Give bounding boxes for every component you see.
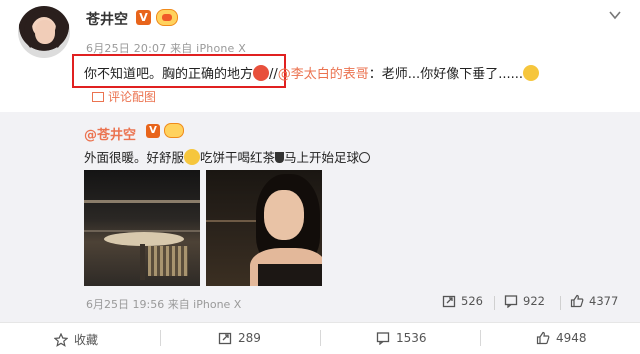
photo-balcony[interactable] <box>84 170 200 286</box>
tea-icon <box>275 152 285 163</box>
verified-badge-icon: V <box>136 10 151 25</box>
original-text-part2: 吃饼干喝红茶 <box>200 150 276 165</box>
original-like-button[interactable]: 4377 <box>570 294 618 308</box>
photo-face <box>264 190 304 240</box>
post-text: 你不知道吧。胸的正确的地方 //@李太白的表哥：老师...你好像下垂了...... <box>84 63 539 82</box>
photo-portrait[interactable] <box>206 170 322 286</box>
divider <box>320 330 321 346</box>
post-text-rest: ：老师...你好像下垂了...... <box>368 67 523 82</box>
thumbs-up-icon <box>536 331 550 345</box>
divider <box>160 330 161 346</box>
star-icon <box>54 332 68 347</box>
original-repost-count: 526 <box>461 294 483 308</box>
repost-icon <box>442 294 456 308</box>
divider <box>480 330 481 346</box>
original-comment-button[interactable]: 922 <box>504 294 545 308</box>
original-comment-count: 922 <box>523 294 545 308</box>
like-button[interactable]: 4948 <box>536 331 587 345</box>
laughing-emoji-icon <box>253 65 270 81</box>
repost-separator: // <box>269 67 278 82</box>
photo-rail <box>84 200 200 203</box>
comment-image-link[interactable]: 评论配图 <box>92 88 156 105</box>
image-icon <box>92 92 104 102</box>
repost-count: 289 <box>238 331 261 345</box>
favorite-button[interactable]: 收藏 <box>54 331 98 348</box>
photo-top <box>258 264 322 286</box>
original-repost-button[interactable]: 526 <box>442 294 483 308</box>
original-member-badge-icon <box>164 123 184 138</box>
photo-chair <box>148 246 188 276</box>
divider <box>494 296 495 310</box>
favorite-label: 收藏 <box>74 333 99 347</box>
repost-button[interactable]: 289 <box>218 331 261 345</box>
comment-image-label: 评论配图 <box>108 90 157 104</box>
divider <box>560 296 561 310</box>
chevron-down-icon[interactable] <box>608 8 622 22</box>
comment-button[interactable]: 1536 <box>376 331 427 345</box>
thumbs-up-icon <box>570 294 584 308</box>
original-text-part3: 马上开始足球 <box>284 150 360 165</box>
happy-emoji-icon <box>184 149 201 165</box>
original-verified-badge-icon: V <box>146 124 160 138</box>
like-count: 4948 <box>556 331 587 345</box>
soccer-ball-icon <box>359 152 371 163</box>
photo-rail <box>206 220 258 222</box>
avatar-face <box>35 20 55 44</box>
repost-icon <box>218 331 232 345</box>
mention-link[interactable]: @李太白的表哥 <box>278 67 369 82</box>
photo-table-leg <box>140 244 145 280</box>
doge-emoji-icon <box>523 65 539 81</box>
comment-icon <box>376 331 390 345</box>
post-text-highlight: 你不知道吧。胸的正确的地方 <box>84 67 254 82</box>
comment-count: 1536 <box>396 331 427 345</box>
avatar[interactable] <box>18 6 70 58</box>
comment-icon <box>504 294 518 308</box>
original-text: 外面很暖。好舒服 吃饼干喝红茶 马上开始足球 <box>84 147 371 166</box>
original-text-part1: 外面很暖。好舒服 <box>84 150 185 165</box>
original-like-count: 4377 <box>589 294 619 308</box>
member-badge-icon <box>156 9 178 26</box>
post-username[interactable]: 苍井空 <box>86 9 128 29</box>
original-meta: 6月25日 19:56 来自 iPhone X <box>86 298 242 311</box>
original-username[interactable]: @苍井空 <box>84 124 136 143</box>
